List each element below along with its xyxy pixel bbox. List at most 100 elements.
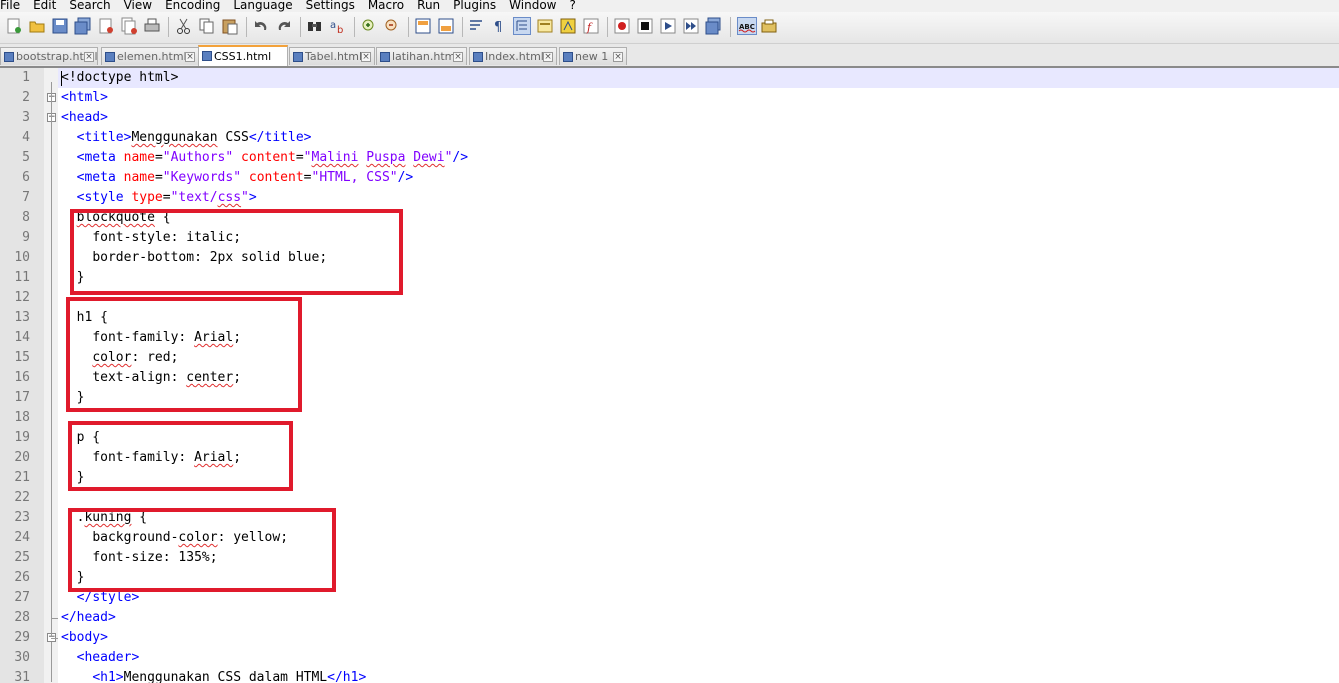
line-number: 21 (14, 470, 30, 485)
menu-item-language[interactable]: Language (233, 0, 292, 11)
tab-label: Tabel.html (305, 50, 362, 63)
zoom-in-icon[interactable] (360, 17, 378, 35)
close-file-icon[interactable] (97, 17, 115, 35)
tab-css1-html[interactable]: CSS1.html (198, 45, 288, 66)
tab-tabel-html[interactable]: Tabel.html × (289, 47, 375, 65)
html-tag-token: /> (397, 170, 414, 185)
menu-item-plugins[interactable]: Plugins (453, 0, 496, 11)
menu-item-settings[interactable]: Settings (306, 0, 355, 11)
menu-item-help[interactable]: ? (569, 0, 575, 11)
save-macro-icon[interactable] (705, 17, 723, 35)
function-list-icon[interactable]: f (582, 17, 600, 35)
menu-item-search[interactable]: Search (69, 0, 110, 11)
menu-item-view[interactable]: View (124, 0, 152, 11)
code-line[interactable]: <header> (61, 648, 140, 668)
toolbar-separator (354, 17, 355, 37)
code-editor[interactable]: 1 2 3 4 5 6 7 8 9 10 11 12 13 14 15 16 17 18 19 20 21 22 23 24 2… (0, 68, 1339, 683)
new-file-icon[interactable] (5, 17, 23, 35)
close-tab-icon[interactable]: × (453, 52, 463, 62)
cut-icon[interactable] (175, 17, 193, 35)
record-macro-icon[interactable] (613, 17, 631, 35)
menu-item-macro[interactable]: Macro (368, 0, 404, 11)
sync-horizontal-icon[interactable] (437, 17, 455, 35)
tab-elemen-html[interactable]: elemen.html × (101, 47, 199, 65)
toolbar: ab ¶ f ABC (0, 12, 1339, 44)
fold-guide-line (51, 111, 52, 636)
html-tag-token: <h1> (92, 670, 124, 683)
run-macro-multiple-icon[interactable] (682, 17, 700, 35)
menu-bar: File Edit Search View Encoding Language Settin… (0, 0, 1339, 12)
html-tag-token: <meta (76, 150, 116, 165)
close-tab-icon[interactable]: × (613, 52, 623, 62)
code-line[interactable]: <body> (61, 628, 108, 648)
file-save-state-icon (293, 52, 303, 62)
undo-icon[interactable] (252, 17, 270, 35)
spell-check-icon[interactable]: ABC (737, 17, 757, 35)
line-number: 14 (14, 330, 30, 345)
text-token: = (162, 190, 171, 205)
tab-bootstrap-html[interactable]: bootstrap.html × (0, 47, 98, 65)
line-number: 6 (22, 170, 30, 185)
code-line[interactable]: <meta name="Authors" content="Malini Pus… (61, 148, 468, 168)
line-number: 15 (14, 350, 30, 365)
zoom-out-icon[interactable] (383, 17, 401, 35)
find-icon[interactable] (306, 17, 324, 35)
close-tab-icon[interactable]: × (84, 52, 94, 62)
tab-new-1[interactable]: new 1 × (559, 47, 627, 65)
save-all-icon[interactable] (74, 17, 92, 35)
code-line[interactable]: <head> (61, 108, 108, 128)
spell-options-icon[interactable] (760, 17, 778, 35)
print-icon[interactable] (143, 17, 161, 35)
menu-item-run[interactable]: Run (417, 0, 440, 11)
code-line[interactable]: <style type="text/css"> (61, 188, 257, 208)
html-tag-token: <body> (61, 630, 108, 645)
file-save-state-icon (380, 52, 390, 62)
code-line[interactable]: <meta name="Keywords" content="HTML, CSS… (61, 168, 414, 188)
show-all-characters-icon[interactable]: ¶ (490, 17, 508, 35)
html-tag-token: <title> (76, 130, 132, 145)
line-number-gutter: 1 2 3 4 5 6 7 8 9 10 11 12 13 14 15 16 17 18 19 20 21 22 23 24 2… (0, 68, 44, 683)
html-tag-token: </style> (76, 590, 140, 605)
code-line[interactable]: <h1>Menggunakan CSS dalam HTML</h1> (61, 668, 366, 683)
replace-icon[interactable]: ab (329, 17, 347, 36)
code-line[interactable]: <title>Menggunakan CSS</title> (61, 128, 312, 148)
sync-vertical-icon[interactable] (414, 17, 432, 35)
html-tag-token: <html> (61, 90, 108, 105)
annotation-box-kuning (68, 508, 336, 592)
menu-item-edit[interactable]: Edit (33, 0, 56, 11)
toolbar-separator (168, 17, 169, 37)
playback-macro-icon[interactable] (659, 17, 677, 35)
copy-icon[interactable] (198, 17, 216, 35)
line-number: 11 (14, 270, 30, 285)
user-defined-language-icon[interactable] (536, 17, 554, 35)
document-tab-bar: bootstrap.html × elemen.html × CSS1.html Tabe… (0, 44, 1339, 68)
indent-guide-icon[interactable] (513, 17, 531, 35)
stop-recording-icon[interactable] (636, 17, 654, 35)
redo-icon[interactable] (275, 17, 293, 35)
tab-label: elemen.html (117, 50, 187, 63)
code-line[interactable]: <!doctype html> (61, 68, 178, 88)
close-tab-icon[interactable]: × (185, 52, 195, 62)
word-wrap-icon[interactable] (468, 17, 486, 35)
spelling-error-word: Malini (311, 150, 359, 165)
menu-item-window[interactable]: Window (509, 0, 556, 11)
line-number: 20 (14, 450, 30, 465)
line-number: 16 (14, 370, 30, 385)
save-icon[interactable] (51, 17, 69, 35)
close-all-icon[interactable] (120, 17, 138, 35)
spelling-error-word: Menggunakan (131, 130, 218, 145)
close-tab-icon[interactable]: × (361, 52, 371, 62)
attribute-token: content (248, 170, 304, 185)
paste-icon[interactable] (221, 17, 239, 35)
menu-item-encoding[interactable]: Encoding (165, 0, 220, 11)
code-line[interactable]: </head> (61, 608, 116, 628)
code-line[interactable]: <html> (61, 88, 108, 108)
open-file-icon[interactable] (28, 17, 46, 35)
close-tab-icon[interactable]: × (543, 52, 553, 62)
menu-item-file[interactable]: File (0, 0, 20, 11)
tab-index-html[interactable]: Index.html × (469, 47, 557, 65)
tab-latihan-html[interactable]: latihan.html × (376, 47, 467, 65)
document-map-icon[interactable] (559, 17, 577, 35)
